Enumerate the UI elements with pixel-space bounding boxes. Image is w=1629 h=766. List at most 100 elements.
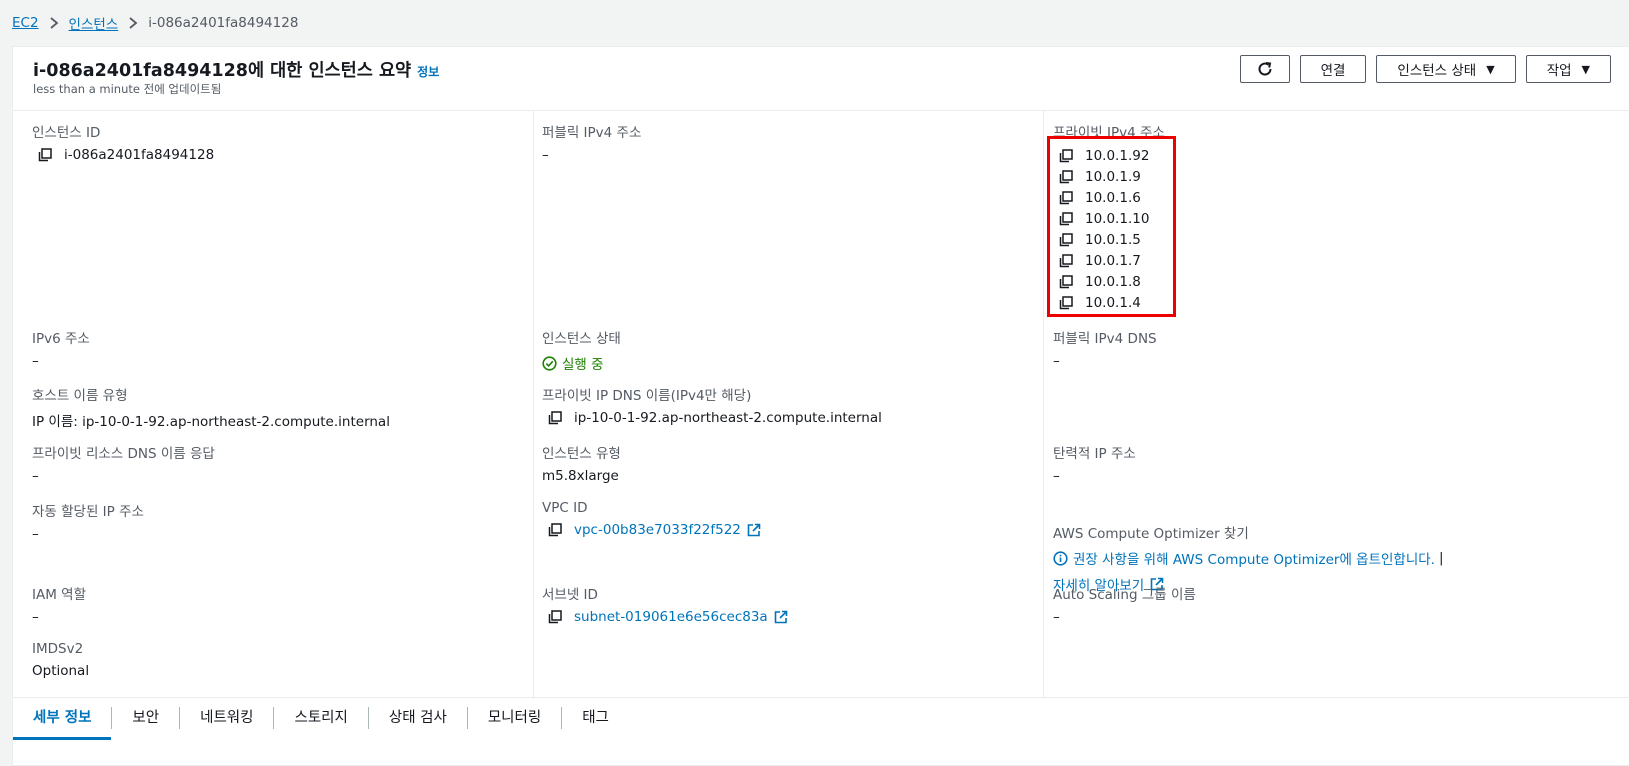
field-label: 인스턴스 ID — [32, 125, 101, 141]
field-hostname-type: 호스트 이름 유형 IP 이름: ip-10-0-1-92.ap-northea… — [32, 384, 390, 430]
field-vpc-id: VPC ID vpc-00b83e7033f22f522 — [542, 500, 761, 538]
tab-networking[interactable]: 네트워킹 — [179, 706, 273, 729]
field-auto-ip: 자동 할당된 IP 주소 – — [32, 500, 144, 542]
field-private-dns: 프라이빗 IP DNS 이름(IPv4만 해당) ip-10-0-1-92.ap… — [542, 384, 882, 426]
field-ipv6: IPv6 주소 – — [32, 327, 90, 369]
field-label: 자동 할당된 IP 주소 — [32, 504, 144, 520]
field-value: vpc-00b83e7033f22f522 — [542, 522, 761, 538]
actions-label: 작업 — [1546, 63, 1572, 79]
chevron-right-icon — [49, 17, 59, 29]
page-title: i-086a2401fa8494128에 대한 인스턴스 요약 정보 — [33, 57, 439, 82]
page-title-text: i-086a2401fa8494128에 대한 인스턴스 요약 — [33, 61, 412, 81]
field-label: 프라이빗 리소스 DNS 이름 응답 — [32, 446, 215, 462]
breadcrumb-current: i-086a2401fa8494128 — [148, 15, 299, 31]
field-instance-id: 인스턴스 ID i-086a2401fa8494128 — [32, 121, 214, 163]
field-subnet-id: 서브넷 ID subnet-019061e6e56cec83a — [542, 583, 788, 625]
field-label: 프라이빗 IP DNS 이름(IPv4만 해당) — [542, 388, 752, 404]
instance-state-value: 실행 중 — [562, 357, 604, 373]
info-icon — [1053, 550, 1068, 566]
field-label: IPv6 주소 — [32, 331, 90, 347]
field-instance-state: 인스턴스 상태 실행 중 — [542, 327, 621, 373]
field-label: VPC ID — [542, 500, 588, 516]
copy-icon[interactable] — [548, 523, 562, 537]
tab-monitoring[interactable]: 모니터링 — [466, 706, 561, 729]
field-value: Optional — [32, 663, 90, 679]
field-label: AWS Compute Optimizer 찾기 — [1053, 526, 1249, 542]
header-actions: 연결 인스턴스 상태 ▼ 작업 ▼ — [1239, 55, 1611, 83]
instance-state-label: 인스턴스 상태 — [1397, 63, 1477, 79]
field-value: – — [32, 609, 39, 625]
refresh-icon — [1256, 60, 1274, 78]
field-public-ipv4: 퍼블릭 IPv4 주소 – — [542, 121, 641, 163]
field-imdsv2: IMDSv2 Optional — [32, 641, 89, 679]
optimizer-optin: 권장 사항을 위해 AWS Compute Optimizer에 옵트인합니다.… — [1053, 548, 1613, 568]
breadcrumb-instances[interactable]: 인스턴스 — [69, 13, 119, 33]
last-updated-text: less than a minute 전에 업데이트됨 — [33, 82, 222, 96]
field-instance-type: 인스턴스 유형 m5.8xlarge — [542, 442, 621, 484]
field-public-dns: 퍼블릭 IPv4 DNS – — [1053, 327, 1157, 369]
vpc-id-link[interactable]: vpc-00b83e7033f22f522 — [574, 522, 741, 538]
field-label: 퍼블릭 IPv4 DNS — [1053, 331, 1157, 347]
field-value: – — [32, 468, 39, 484]
subnet-id-link[interactable]: subnet-019061e6e56cec83a — [574, 609, 768, 625]
caret-down-icon: ▼ — [1486, 62, 1495, 76]
field-label: 서브넷 ID — [542, 587, 598, 603]
tab-tags[interactable]: 태그 — [561, 706, 629, 729]
field-value: – — [1053, 609, 1060, 625]
field-label: 호스트 이름 유형 — [32, 388, 128, 404]
instance-summary-panel: i-086a2401fa8494128에 대한 인스턴스 요약 정보 less t… — [12, 46, 1629, 766]
tab-status-checks[interactable]: 상태 검사 — [367, 706, 467, 729]
optimizer-label-wrap: AWS Compute Optimizer 찾기 — [1053, 522, 1613, 542]
field-value: ip-10-0-1-92.ap-northeast-2.compute.inte… — [542, 410, 882, 426]
optimizer-optin-link[interactable]: 권장 사항을 위해 AWS Compute Optimizer에 옵트인합니다. — [1073, 548, 1435, 568]
field-value: – — [1053, 353, 1060, 369]
tab-details[interactable]: 세부 정보 — [13, 707, 112, 740]
chevron-right-icon — [128, 17, 138, 29]
connect-label: 연결 — [1320, 63, 1346, 79]
tab-storage[interactable]: 스토리지 — [273, 706, 367, 729]
private-dns-value: ip-10-0-1-92.ap-northeast-2.compute.inte… — [574, 410, 882, 426]
field-value: m5.8xlarge — [542, 468, 619, 484]
instance-id-value: i-086a2401fa8494128 — [64, 147, 215, 163]
field-value: IP 이름: ip-10-0-1-92.ap-northeast-2.compu… — [32, 414, 390, 430]
field-elastic-ip: 탄력적 IP 주소 – — [1053, 442, 1136, 484]
field-private-resource-dns: 프라이빗 리소스 DNS 이름 응답 – — [32, 442, 215, 484]
info-link[interactable]: 정보 — [417, 65, 439, 79]
refresh-button[interactable] — [1239, 55, 1290, 83]
tab-security[interactable]: 보안 — [111, 706, 179, 729]
field-label: 탄력적 IP 주소 — [1053, 446, 1136, 462]
external-link-icon[interactable] — [774, 610, 788, 624]
field-value: – — [32, 353, 39, 369]
panel-header: i-086a2401fa8494128에 대한 인스턴스 요약 정보 less t… — [13, 47, 1629, 111]
field-value: subnet-019061e6e56cec83a — [542, 609, 788, 625]
highlight-box — [1047, 136, 1176, 317]
field-label: IAM 역할 — [32, 587, 86, 603]
breadcrumb-ec2[interactable]: EC2 — [12, 15, 39, 31]
actions-dropdown[interactable]: 작업 ▼ — [1525, 55, 1611, 83]
check-circle-icon — [542, 355, 557, 371]
field-iam-role: IAM 역할 – — [32, 583, 86, 625]
caret-down-icon: ▼ — [1581, 62, 1590, 76]
field-label: 퍼블릭 IPv4 주소 — [542, 125, 642, 141]
field-value: – — [1053, 468, 1060, 484]
field-value: 실행 중 — [542, 353, 621, 373]
copy-icon[interactable] — [548, 610, 562, 624]
field-asg-name: Auto Scaling 그룹 이름 – — [1053, 583, 1196, 625]
field-label: 인스턴스 유형 — [542, 446, 621, 462]
separator: | — [1438, 550, 1444, 566]
detail-tabs: 세부 정보 보안 네트워킹 스토리지 상태 검사 모니터링 태그 — [13, 697, 1629, 740]
field-label: Auto Scaling 그룹 이름 — [1053, 587, 1196, 603]
copy-icon[interactable] — [38, 148, 52, 162]
external-link-icon[interactable] — [747, 523, 761, 537]
instance-state-dropdown[interactable]: 인스턴스 상태 ▼ — [1376, 55, 1516, 83]
breadcrumb: EC2 인스턴스 i-086a2401fa8494128 — [12, 12, 298, 34]
column-divider — [1043, 111, 1044, 699]
column-divider — [533, 111, 534, 699]
field-value: – — [32, 526, 39, 542]
field-label: IMDSv2 — [32, 641, 84, 657]
connect-button[interactable]: 연결 — [1299, 55, 1367, 83]
copy-icon[interactable] — [548, 411, 562, 425]
field-label: 인스턴스 상태 — [542, 331, 621, 347]
field-value: – — [542, 147, 549, 163]
field-value: i-086a2401fa8494128 — [32, 147, 214, 163]
